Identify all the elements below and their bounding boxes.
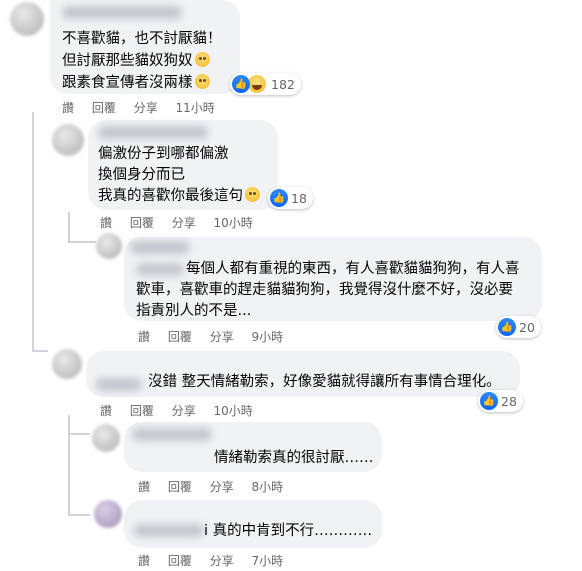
comment-author[interactable]: [62, 6, 182, 19]
like-button[interactable]: 讚: [100, 216, 112, 230]
comment-timestamp[interactable]: 11小時: [176, 101, 215, 115]
thread-line: [68, 212, 70, 242]
avatar[interactable]: [52, 349, 82, 379]
face-emoji-icon: [194, 52, 210, 67]
comment-text: 跟素食宣傳者沒兩樣: [62, 72, 210, 94]
comment-timestamp[interactable]: 10小時: [214, 216, 253, 230]
like-button[interactable]: 讚: [138, 330, 150, 344]
thumbs-up-icon: 👍: [480, 392, 498, 410]
reply-button[interactable]: 回覆: [130, 404, 154, 418]
reaction-summary[interactable]: 👍 182: [230, 73, 301, 95]
comment-actions: 讚 回覆 分享 7小時: [138, 552, 297, 569]
comment-author[interactable]: [130, 241, 190, 254]
comment-text: 換個身分而已: [98, 167, 185, 183]
reply-button[interactable]: 回覆: [168, 480, 192, 494]
comment-text: 偏激份子到哪都偏激: [98, 146, 229, 162]
reaction-summary[interactable]: 👍 20: [496, 316, 541, 338]
face-emoji-icon: [245, 187, 260, 202]
avatar[interactable]: [96, 233, 122, 259]
reaction-summary[interactable]: 👍 28: [478, 390, 523, 412]
comment-author[interactable]: [132, 428, 212, 441]
comment-text: 情緒勒索真的很討厭……: [214, 450, 374, 466]
reaction-summary[interactable]: 👍 18: [268, 187, 313, 209]
comment-timestamp[interactable]: 9小時: [252, 330, 284, 344]
thread-line: [68, 241, 96, 243]
like-button[interactable]: 讚: [138, 554, 150, 568]
comment-actions: 讚 回覆 分享 10小時: [100, 214, 267, 231]
comment-text: 每個人都有重視的東西，有人喜歡貓貓狗狗，有人喜: [186, 261, 520, 277]
thread-line: [32, 112, 34, 350]
reaction-count: 20: [519, 319, 535, 335]
thread-line: [32, 350, 48, 352]
comment-author[interactable]: [134, 524, 204, 537]
comment-text: 我真的喜歡你最後這句: [98, 185, 260, 207]
haha-face-icon: [247, 74, 267, 94]
reply-button[interactable]: 回覆: [130, 216, 154, 230]
share-button[interactable]: 分享: [210, 554, 234, 568]
comment-actions: 讚 回覆 分享 9小時: [138, 328, 297, 345]
share-button[interactable]: 分享: [134, 101, 158, 115]
reaction-count: 182: [271, 76, 295, 92]
comment-timestamp[interactable]: 8小時: [252, 480, 284, 494]
thread-line: [68, 415, 70, 515]
comment-actions: 讚 回覆 分享 8小時: [138, 478, 297, 495]
comment-text: 不喜歡貓，也不討厭貓！: [62, 31, 222, 47]
share-button[interactable]: 分享: [210, 330, 234, 344]
comment-author[interactable]: [98, 126, 208, 139]
avatar[interactable]: [92, 424, 120, 452]
avatar[interactable]: [10, 2, 44, 36]
share-button[interactable]: 分享: [172, 404, 196, 418]
thumbs-up-icon: 👍: [232, 75, 250, 93]
comment-actions: 讚 回覆 分享 11小時: [62, 99, 229, 116]
comment-timestamp[interactable]: 10小時: [214, 404, 253, 418]
reply-button[interactable]: 回覆: [168, 554, 192, 568]
comment-timestamp[interactable]: 7小時: [252, 554, 284, 568]
comment-text: 指責別人的不是...: [136, 303, 252, 319]
thread-line: [68, 514, 90, 516]
like-button[interactable]: 讚: [100, 404, 112, 418]
share-button[interactable]: 分享: [210, 480, 234, 494]
comment-text: 歡車，喜歡車的趕走貓貓狗狗，我覺得沒什麼不好，沒必要: [136, 282, 513, 298]
mention-tag[interactable]: [96, 378, 142, 391]
comment-text: 但討厭那些貓奴狗奴: [62, 50, 210, 72]
comment-text: 沒錯 整天情緒勒索，好像愛貓就得讓所有事情合理化。: [148, 374, 501, 390]
mention-tag[interactable]: [136, 263, 184, 276]
thumbs-up-icon: 👍: [498, 318, 516, 336]
comment-text: i 真的中肯到不行…………: [204, 523, 373, 539]
reaction-count: 28: [501, 393, 517, 409]
face-emoji-icon: [194, 74, 210, 89]
thread-line: [68, 433, 90, 435]
reaction-count: 18: [291, 190, 307, 206]
avatar[interactable]: [52, 124, 84, 156]
like-button[interactable]: 讚: [138, 480, 150, 494]
reply-button[interactable]: 回覆: [168, 330, 192, 344]
share-button[interactable]: 分享: [172, 216, 196, 230]
thumbs-up-icon: 👍: [270, 189, 288, 207]
avatar[interactable]: [94, 500, 122, 528]
like-button[interactable]: 讚: [62, 101, 74, 115]
reply-button[interactable]: 回覆: [92, 101, 116, 115]
comment-actions: 讚 回覆 分享 10小時: [100, 402, 267, 419]
